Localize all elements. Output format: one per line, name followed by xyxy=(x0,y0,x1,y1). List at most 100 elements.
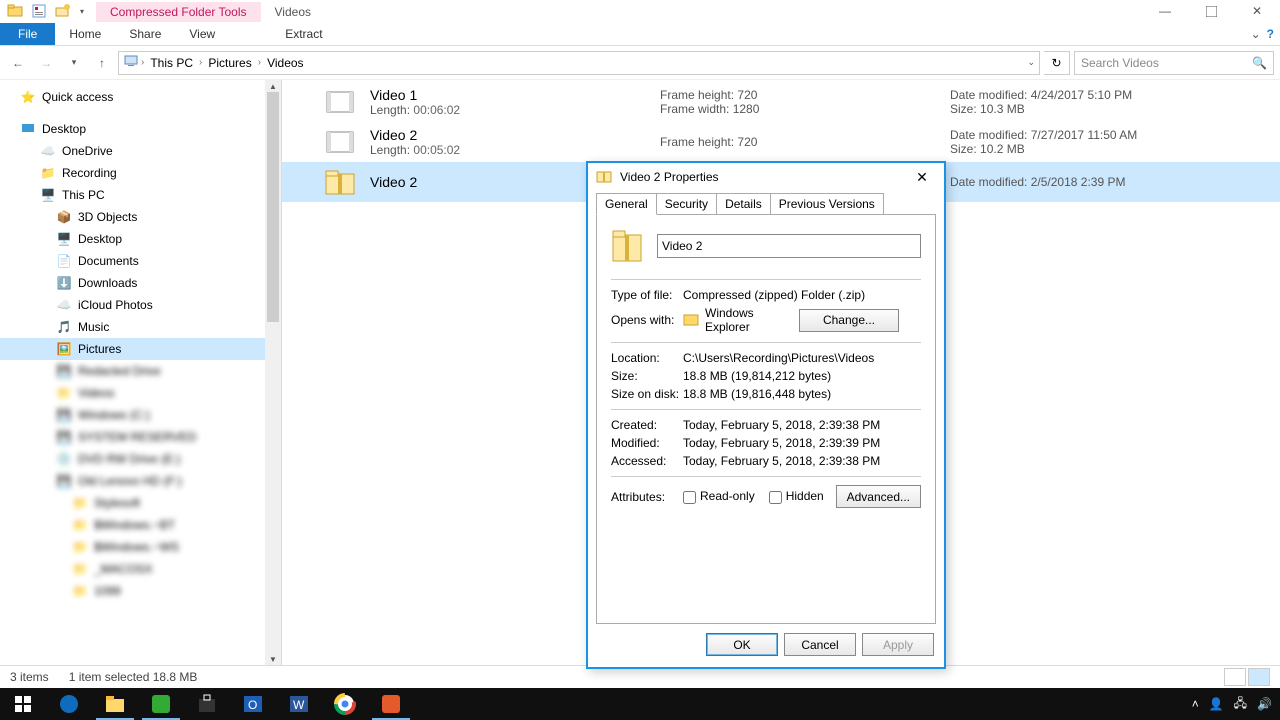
nav-recording[interactable]: 📁Recording xyxy=(0,162,281,184)
properties-icon[interactable] xyxy=(28,1,50,21)
tab-previous-versions[interactable]: Previous Versions xyxy=(770,193,884,215)
objects-icon: 📦 xyxy=(56,209,72,225)
people-icon[interactable]: 👤 xyxy=(1209,697,1224,711)
recorder-icon[interactable] xyxy=(368,688,414,720)
nav-blurred[interactable]: 📁Stylesoft xyxy=(0,492,281,514)
nav-3dobjects[interactable]: 📦3D Objects xyxy=(0,206,281,228)
svg-text:W: W xyxy=(293,698,305,712)
dialog-tabs: General Security Details Previous Versio… xyxy=(588,193,944,215)
nav-blurred[interactable]: 📁$Windows.~BT xyxy=(0,514,281,536)
minimize-button[interactable]: ― xyxy=(1142,0,1188,22)
nav-desktop2[interactable]: 🖥️Desktop xyxy=(0,228,281,250)
file-tab[interactable]: File xyxy=(0,23,55,45)
outlook-icon[interactable]: O xyxy=(230,688,276,720)
forward-button[interactable]: → xyxy=(34,51,58,75)
nav-blurred[interactable]: 📁_MACOSX xyxy=(0,558,281,580)
back-button[interactable]: ← xyxy=(6,51,30,75)
home-tab[interactable]: Home xyxy=(55,23,115,45)
new-folder-icon[interactable] xyxy=(52,1,74,21)
details-view-button[interactable] xyxy=(1224,668,1246,686)
breadcrumb-dropdown-icon[interactable]: ⌄ xyxy=(1027,57,1035,68)
maximize-button[interactable] xyxy=(1188,0,1234,22)
tab-details[interactable]: Details xyxy=(716,193,771,215)
tab-security[interactable]: Security xyxy=(656,193,717,215)
view-tab[interactable]: View xyxy=(175,23,229,45)
nav-pictures[interactable]: 🖼️Pictures xyxy=(0,338,281,360)
breadcrumb-seg-videos[interactable]: Videos xyxy=(263,56,307,70)
extract-tab[interactable]: Extract xyxy=(271,23,336,45)
tab-general[interactable]: General xyxy=(596,193,657,215)
folder-icon[interactable] xyxy=(4,1,26,21)
downloads-icon: ⬇️ xyxy=(56,275,72,291)
help-icon[interactable]: ? xyxy=(1267,27,1274,41)
edge-icon[interactable] xyxy=(46,688,92,720)
navigation-pane: ⭐Quick access Desktop ☁️OneDrive 📁Record… xyxy=(0,80,282,665)
name-input[interactable] xyxy=(657,234,921,258)
pc-icon: 🖥️ xyxy=(40,187,56,203)
desktop-icon xyxy=(20,121,36,137)
size-label: Size: xyxy=(611,369,683,383)
nav-desktop[interactable]: Desktop xyxy=(0,118,281,140)
breadcrumb[interactable]: › This PC › Pictures › Videos ⌄ xyxy=(118,51,1040,75)
tiles-view-button[interactable] xyxy=(1248,668,1270,686)
refresh-button[interactable]: ↻ xyxy=(1044,51,1070,75)
nav-blurred[interactable]: 📁$Windows.~WS xyxy=(0,536,281,558)
opens-with-value: Windows Explorer xyxy=(705,306,799,334)
svg-text:O: O xyxy=(248,698,257,712)
nav-blurred[interactable]: 💾SYSTEM RESERVED xyxy=(0,426,281,448)
start-button[interactable] xyxy=(0,688,46,720)
network-icon[interactable]: 🖧 xyxy=(1234,694,1247,715)
nav-quick-access[interactable]: ⭐Quick access xyxy=(0,86,281,108)
explorer-icon[interactable] xyxy=(92,688,138,720)
nav-thispc[interactable]: 🖥️This PC xyxy=(0,184,281,206)
nav-icloud[interactable]: ☁️iCloud Photos xyxy=(0,294,281,316)
apply-button[interactable]: Apply xyxy=(862,633,934,656)
status-count: 3 items xyxy=(10,670,49,684)
word-icon[interactable]: W xyxy=(276,688,322,720)
system-tray[interactable]: ˄ 👤 🖧 🔊 xyxy=(1192,694,1280,715)
size-value: 18.8 MB (19,814,212 bytes) xyxy=(683,369,921,383)
hidden-checkbox[interactable]: Hidden xyxy=(769,489,824,503)
nav-blurred[interactable]: 💾Old Lenovo HD (F:) xyxy=(0,470,281,492)
nav-blurred[interactable]: 💿DVD RW Drive (E:) xyxy=(0,448,281,470)
nav-blurred[interactable]: 📁Videos xyxy=(0,382,281,404)
file-row[interactable]: Video 1 Length: 00:06:02 Frame height: 7… xyxy=(282,82,1280,122)
nav-onedrive[interactable]: ☁️OneDrive xyxy=(0,140,281,162)
advanced-button[interactable]: Advanced... xyxy=(836,485,921,508)
pictures-icon: 🖼️ xyxy=(56,341,72,357)
recent-dropdown[interactable]: ▾ xyxy=(62,51,86,75)
close-button[interactable]: ✕ xyxy=(1234,0,1280,22)
file-row[interactable]: Video 2 Length: 00:05:02 Frame height: 7… xyxy=(282,122,1280,162)
nav-scrollbar[interactable]: ▲ ▼ xyxy=(265,80,281,665)
qat-dropdown-icon[interactable]: ▾ xyxy=(76,1,88,21)
taskbar: O W ˄ 👤 🖧 🔊 xyxy=(0,688,1280,720)
readonly-checkbox[interactable]: Read-only xyxy=(683,489,755,503)
breadcrumb-seg-thispc[interactable]: This PC xyxy=(146,56,197,70)
type-value: Compressed (zipped) Folder (.zip) xyxy=(683,288,921,302)
nav-music[interactable]: 🎵Music xyxy=(0,316,281,338)
documents-icon: 📄 xyxy=(56,253,72,269)
nav-blurred[interactable]: 📁1099 xyxy=(0,580,281,602)
search-input[interactable]: Search Videos 🔍 xyxy=(1074,51,1274,75)
ok-button[interactable]: OK xyxy=(706,633,778,656)
change-button[interactable]: Change... xyxy=(799,309,899,332)
nav-documents[interactable]: 📄Documents xyxy=(0,250,281,272)
address-bar: ← → ▾ ↑ › This PC › Pictures › Videos ⌄ … xyxy=(0,46,1280,80)
chrome-icon[interactable] xyxy=(322,688,368,720)
nav-blurred[interactable]: 💾Redacted Drive xyxy=(0,360,281,382)
close-button[interactable]: ✕ xyxy=(908,169,936,186)
file-name: Video 1 xyxy=(370,87,660,103)
up-button[interactable]: ↑ xyxy=(90,51,114,75)
size-on-disk-value: 18.8 MB (19,816,448 bytes) xyxy=(683,387,921,401)
ribbon-expand-icon[interactable]: ⌄ xyxy=(1251,27,1261,41)
camtasia-icon[interactable] xyxy=(138,688,184,720)
contextual-tab[interactable]: Compressed Folder Tools xyxy=(96,2,261,22)
cancel-button[interactable]: Cancel xyxy=(784,633,856,656)
volume-icon[interactable]: 🔊 xyxy=(1257,697,1272,711)
breadcrumb-seg-pictures[interactable]: Pictures xyxy=(204,56,255,70)
nav-blurred[interactable]: 💾Windows (C:) xyxy=(0,404,281,426)
tray-chevron-icon[interactable]: ˄ xyxy=(1192,697,1199,711)
nav-downloads[interactable]: ⬇️Downloads xyxy=(0,272,281,294)
share-tab[interactable]: Share xyxy=(115,23,175,45)
store-icon[interactable] xyxy=(184,688,230,720)
